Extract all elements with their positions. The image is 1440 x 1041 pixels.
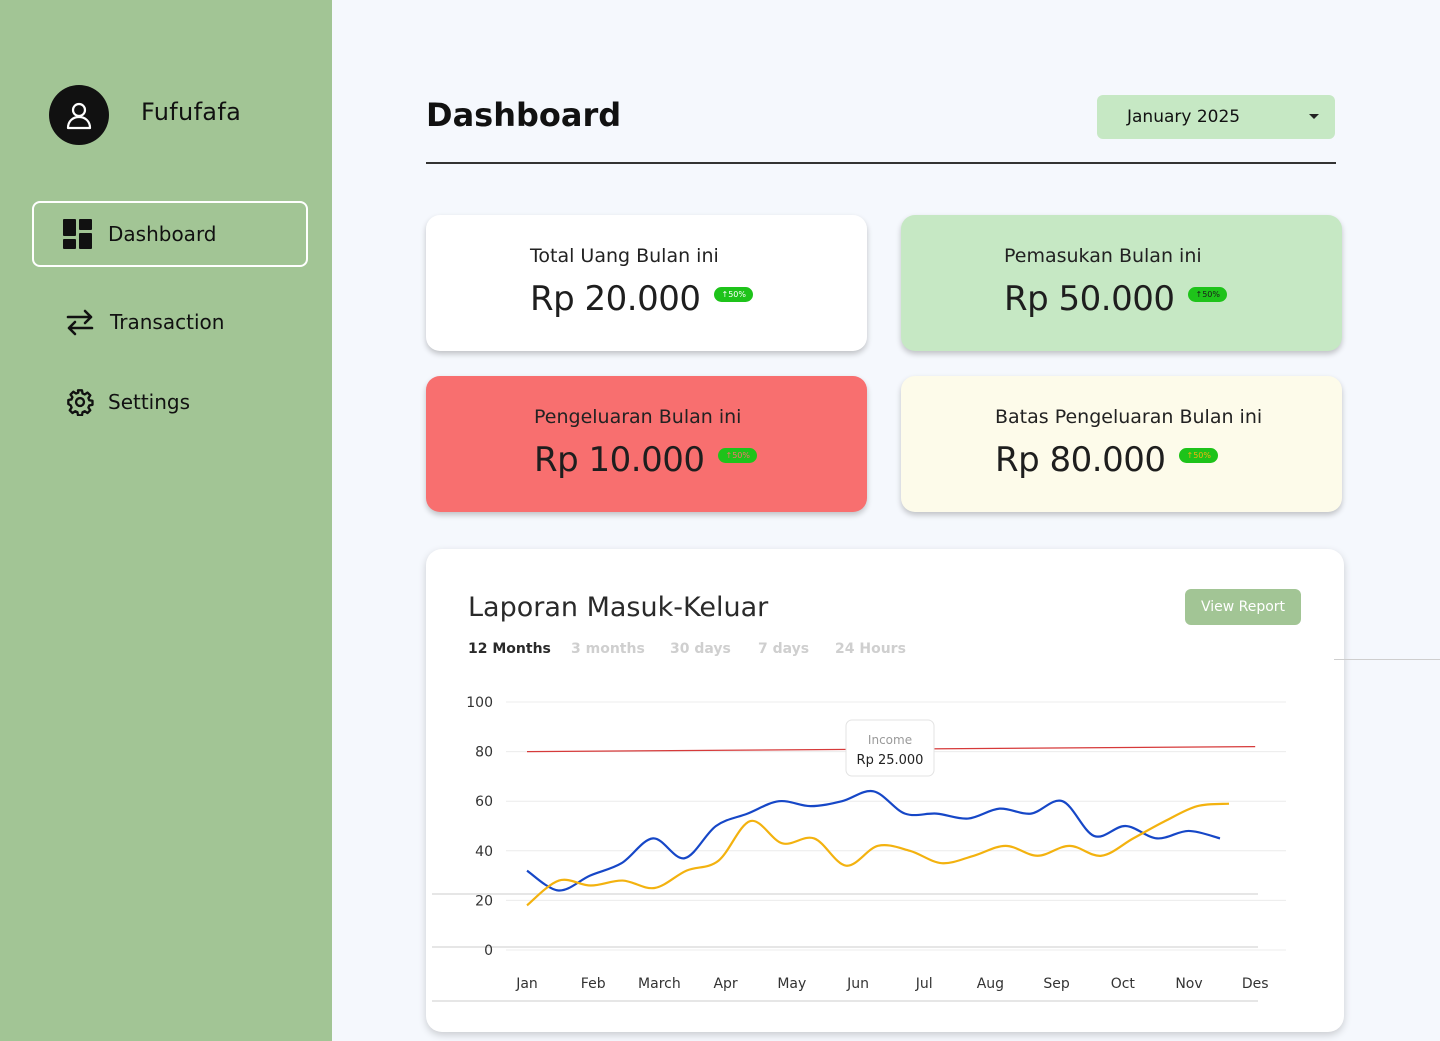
card-value-row: Rp 80.000 ↑50%: [995, 440, 1218, 480]
x-tick-label: Des: [1242, 976, 1269, 992]
user-avatar[interactable]: [49, 85, 109, 145]
trend-badge: ↑50%: [718, 448, 757, 463]
sidebar-item-dashboard[interactable]: Dashboard: [32, 201, 308, 267]
period-select[interactable]: January 2025: [1097, 95, 1335, 139]
y-tick-label: 100: [466, 695, 493, 711]
card-income[interactable]: Pemasukan Bulan ini Rp 50.000 ↑50%: [901, 215, 1342, 351]
card-value: Rp 50.000: [1004, 279, 1175, 319]
gear-icon: [64, 386, 96, 418]
sidebar-item-transaction[interactable]: Transaction: [32, 289, 308, 355]
y-tick-label: 40: [475, 844, 493, 860]
trend-badge: ↑50%: [1179, 448, 1218, 463]
card-expense[interactable]: Pengeluaran Bulan ini Rp 10.000 ↑50%: [426, 376, 867, 512]
header-divider: [426, 162, 1336, 164]
y-tick-label: 80: [475, 745, 493, 761]
y-tick-label: 0: [484, 943, 493, 959]
transfer-arrows-icon: [64, 306, 96, 338]
card-title: Batas Pengeluaran Bulan ini: [995, 406, 1263, 428]
card-value-row: Rp 20.000 ↑50%: [530, 279, 753, 319]
username: Fufufafa: [141, 98, 242, 126]
card-total-balance[interactable]: Total Uang Bulan ini Rp 20.000 ↑50%: [426, 215, 867, 351]
tooltip-label: Income: [868, 733, 912, 747]
user-icon: [66, 102, 92, 130]
x-tick-label: Sep: [1043, 976, 1070, 992]
x-tick-label: Apr: [713, 976, 737, 992]
tooltip-value: Rp 25.000: [857, 753, 924, 768]
card-title: Pengeluaran Bulan ini: [534, 406, 742, 428]
chart-tooltip: Income Rp 25.000: [845, 719, 935, 777]
x-tick-label: Feb: [581, 976, 606, 992]
y-tick-label: 60: [475, 794, 493, 810]
card-title: Pemasukan Bulan ini: [1004, 245, 1202, 267]
page-title: Dashboard: [426, 96, 622, 134]
sidebar-item-label: Dashboard: [108, 222, 217, 246]
card-spending-limit[interactable]: Batas Pengeluaran Bulan ini Rp 80.000 ↑50…: [901, 376, 1342, 512]
report-panel: Laporan Masuk-Keluar View Report 12 Mont…: [426, 549, 1344, 1032]
x-tick-label: Aug: [977, 976, 1004, 992]
dashboard-grid-icon: [62, 218, 94, 250]
x-tick-label: Jul: [915, 976, 933, 992]
income-expense-chart: 0 20 40 60 80 100 Jan Feb March Apr May Jun Jul Aug S…: [432, 695, 1286, 1002]
trend-badge: ↑50%: [1188, 287, 1227, 302]
card-value: Rp 80.000: [995, 440, 1166, 480]
sidebar-item-settings[interactable]: Settings: [32, 369, 308, 435]
sidebar-item-label: Settings: [108, 390, 191, 414]
sidebar-item-label: Transaction: [110, 310, 225, 334]
series-line: [526, 789, 1221, 892]
card-value: Rp 20.000: [530, 279, 701, 319]
y-tick-label: 20: [475, 893, 493, 909]
sidebar: Fufufafa Dashboard Transaction Settings: [0, 0, 332, 1041]
card-value: Rp 10.000: [534, 440, 705, 480]
x-tick-label: Oct: [1111, 976, 1136, 992]
chevron-down-icon: [1309, 114, 1319, 119]
x-tick-label: May: [777, 976, 806, 992]
x-tick-label: Jan: [515, 976, 538, 992]
x-tick-label: March: [638, 976, 681, 992]
x-tick-label: Jun: [846, 976, 869, 992]
card-value-row: Rp 10.000 ↑50%: [534, 440, 757, 480]
card-title: Total Uang Bulan ini: [530, 245, 719, 267]
trend-badge: ↑50%: [714, 287, 753, 302]
decorative-line: [1334, 659, 1440, 660]
card-value-row: Rp 50.000 ↑50%: [1004, 279, 1227, 319]
period-select-value: January 2025: [1127, 107, 1241, 127]
x-tick-label: Nov: [1175, 976, 1202, 992]
